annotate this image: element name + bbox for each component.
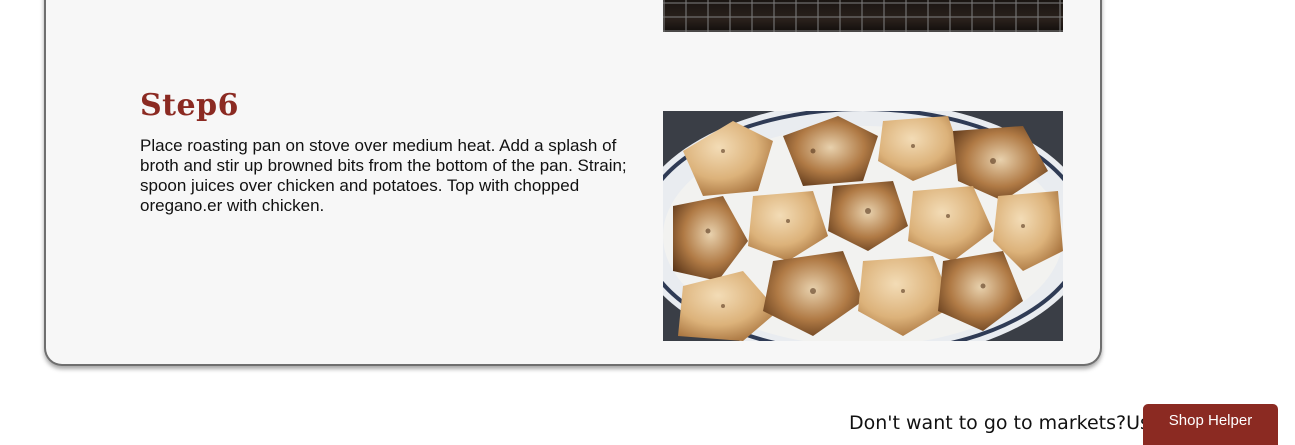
previous-step-image — [663, 0, 1063, 32]
recipe-page: Step6 Place roasting pan on stove over m… — [0, 0, 1295, 445]
step-title: Step6 — [140, 88, 239, 123]
step-description: Place roasting pan on stove over medium … — [140, 136, 627, 215]
step-image — [663, 111, 1063, 341]
shop-helper-prompt: Don't want to go to markets?Use — [849, 412, 1162, 434]
shop-helper-button[interactable]: Shop Helper — [1143, 404, 1278, 445]
